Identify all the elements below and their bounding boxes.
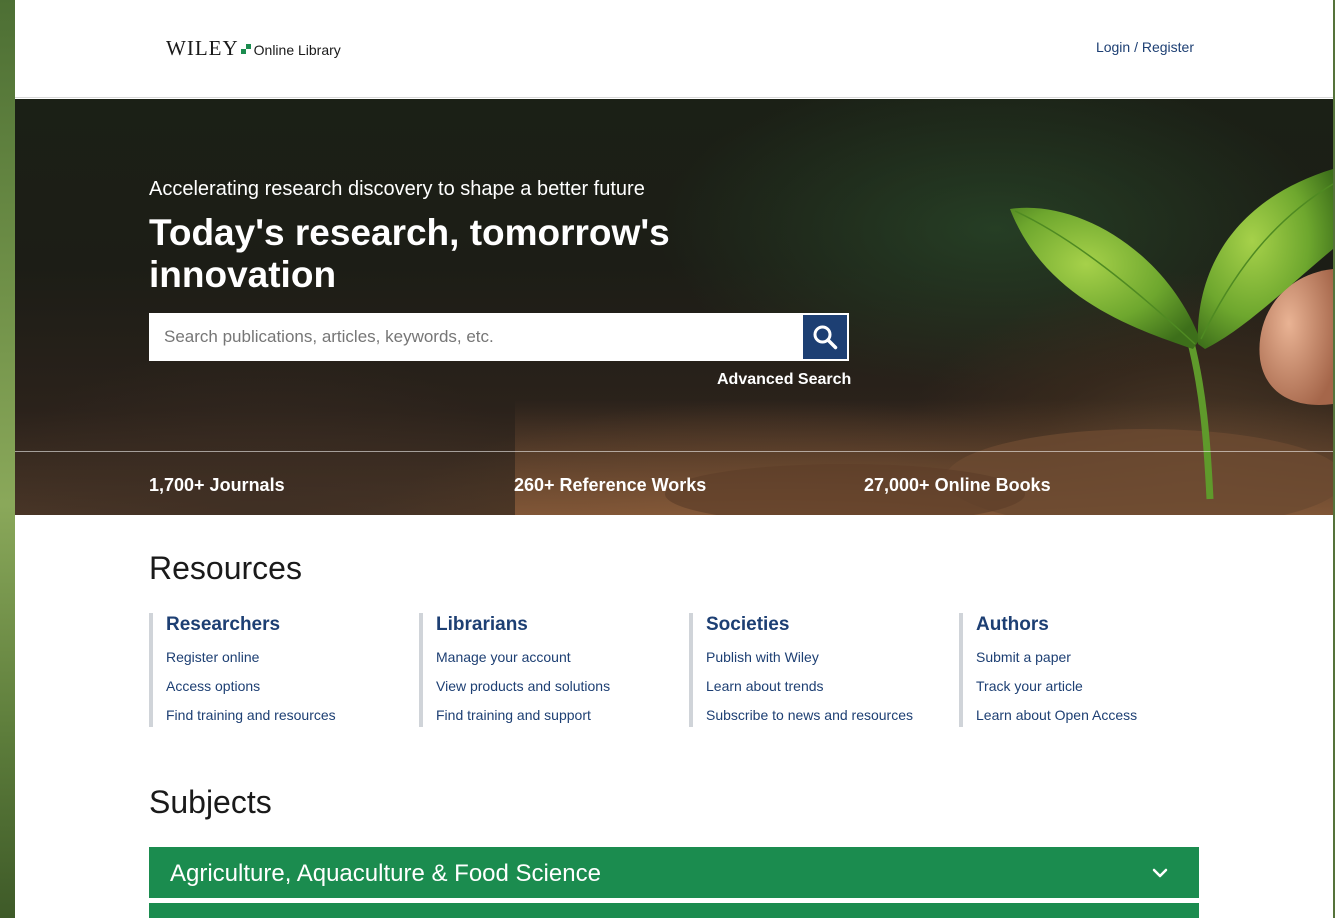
resource-link[interactable]: Publish with Wiley <box>706 649 949 665</box>
search-input[interactable] <box>150 314 802 360</box>
resource-link[interactable]: Track your article <box>976 678 1219 694</box>
advanced-search-link[interactable]: Advanced Search <box>717 371 851 389</box>
stat-journals[interactable]: 1,700+ Journals <box>149 475 285 496</box>
stat-reference-works[interactable]: 260+ Reference Works <box>514 475 706 496</box>
subjects-title: Subjects <box>149 784 272 820</box>
resource-link[interactable]: Manage your account <box>436 649 679 665</box>
resources-title: Resources <box>149 550 302 586</box>
logo-brand: WILEY <box>166 36 239 60</box>
resource-link[interactable]: Learn about Open Access <box>976 707 1219 723</box>
wiley-logo[interactable]: WILEY Online Library <box>166 36 341 61</box>
logo-sub: Online Library <box>253 42 341 58</box>
resource-heading[interactable]: Authors <box>976 613 1219 637</box>
resource-heading[interactable]: Librarians <box>436 613 679 637</box>
search-box <box>149 313 849 361</box>
stats-divider <box>15 451 1333 452</box>
search-button[interactable] <box>802 314 848 360</box>
resource-link[interactable]: Register online <box>166 649 409 665</box>
resource-column-societies: Societies Publish with Wiley Learn about… <box>689 613 949 727</box>
subject-label: Agriculture, Aquaculture & Food Science <box>170 860 601 887</box>
resource-link[interactable]: Access options <box>166 678 409 694</box>
resource-heading[interactable]: Researchers <box>166 613 409 637</box>
hero-title: Today's research, tomorrow's innovation <box>149 212 670 295</box>
resource-column-authors: Authors Submit a paper Track your articl… <box>959 613 1219 727</box>
stat-online-books[interactable]: 27,000+ Online Books <box>864 475 1051 496</box>
hero-tagline: Accelerating research discovery to shape… <box>149 178 645 200</box>
chevron-down-icon <box>1152 868 1168 878</box>
subject-accordion-next[interactable] <box>149 903 1199 918</box>
login-register-link[interactable]: Login / Register <box>1096 39 1194 55</box>
resource-link[interactable]: Submit a paper <box>976 649 1219 665</box>
hero-banner: Accelerating research discovery to shape… <box>15 99 1333 515</box>
subject-accordion-agriculture[interactable]: Agriculture, Aquaculture & Food Science <box>149 847 1199 898</box>
search-icon <box>813 325 838 350</box>
site-header: WILEY Online Library Login / Register <box>15 0 1333 98</box>
resource-heading[interactable]: Societies <box>706 613 949 637</box>
resource-link[interactable]: Find training and resources <box>166 707 409 723</box>
resource-link[interactable]: View products and solutions <box>436 678 679 694</box>
resource-column-researchers: Researchers Register online Access optio… <box>149 613 409 727</box>
logo-dots-icon <box>240 44 251 54</box>
resource-link[interactable]: Learn about trends <box>706 678 949 694</box>
seedling-illustration <box>515 169 1333 515</box>
background-strip-left <box>0 0 15 918</box>
resource-link[interactable]: Find training and support <box>436 707 679 723</box>
resource-column-librarians: Librarians Manage your account View prod… <box>419 613 679 727</box>
resource-link[interactable]: Subscribe to news and resources <box>706 707 949 723</box>
page: WILEY Online Library Login / Register Ac… <box>15 0 1333 918</box>
